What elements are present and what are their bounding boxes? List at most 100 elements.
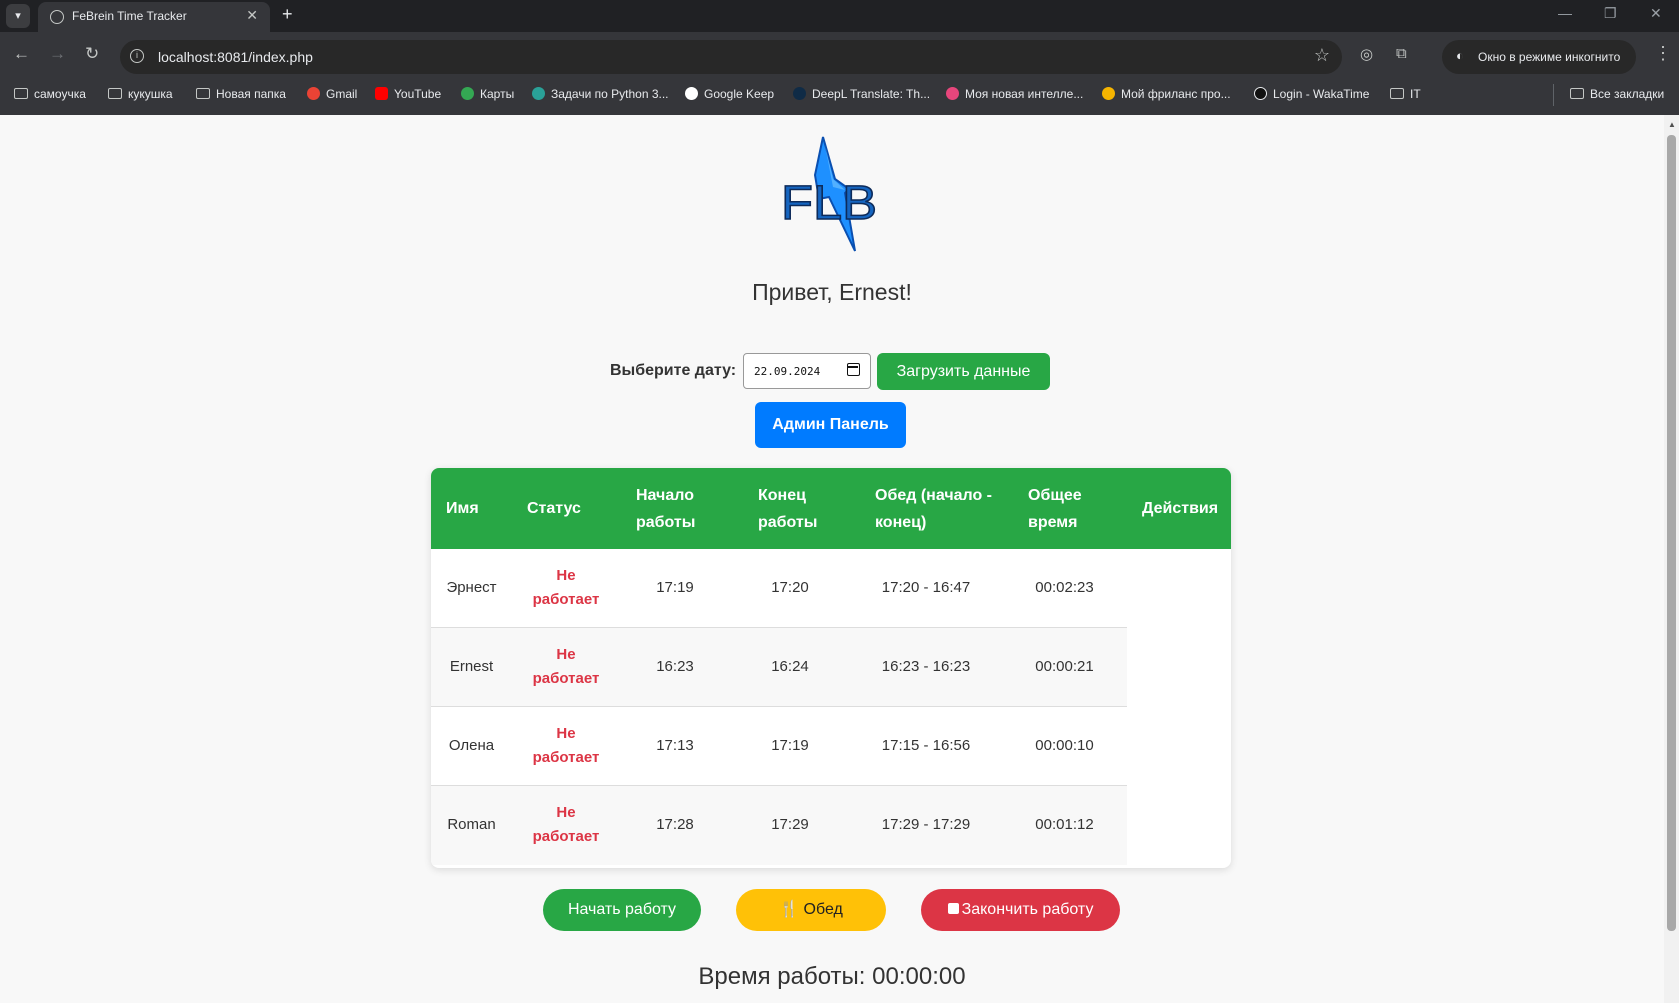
tab-active[interactable]: FeBrein Time Tracker ✕ — [38, 2, 270, 32]
bookmark-item[interactable]: Моя новая интелле... — [946, 87, 1083, 101]
youtube-icon — [375, 87, 388, 100]
site-info-icon[interactable]: i — [130, 49, 144, 63]
cell-end: 17:19 — [771, 737, 809, 754]
close-tab-icon[interactable]: ✕ — [246, 7, 258, 24]
cell-name: Roman — [447, 816, 496, 833]
stop-icon — [947, 903, 959, 914]
table-row: Roman Не работает 17:28 17:29 17:29 - 17:… — [431, 786, 1127, 865]
date-input[interactable]: 22.09.2024 — [743, 353, 871, 389]
header-name: Имя — [446, 500, 479, 517]
incognito-label: Окно в режиме инкогнито — [1478, 50, 1621, 64]
time-table: Имя Статус Начало работы Конец работы Обед… — [431, 468, 1231, 868]
browser-chrome: ▾ FeBrein Time Tracker ✕ + — ❐ ✕ ← → ↻ i… — [0, 0, 1679, 115]
url-text[interactable]: localhost:8081/index.php — [158, 49, 313, 65]
febrein-logo: FLB — [780, 136, 878, 252]
table-row: Ernest Не работает 16:23 16:24 16:23 - 16… — [431, 628, 1127, 707]
cell-end: 17:20 — [771, 579, 809, 596]
scroll-up-icon[interactable]: ▲ — [1668, 120, 1676, 129]
bookmark-item[interactable]: DeepL Translate: Th... — [793, 87, 930, 101]
bookmark-item[interactable]: Gmail — [307, 87, 357, 101]
globe-icon — [50, 10, 64, 24]
logo-text: FLB — [781, 177, 877, 230]
bookmark-folder[interactable]: IT — [1390, 87, 1421, 101]
admin-panel-button[interactable]: Админ Панель — [755, 402, 906, 448]
app-icon — [946, 87, 959, 100]
incognito-indicator[interactable]: ◐ Окно в режиме инкогнито — [1442, 40, 1636, 74]
menu-icon[interactable]: ⋮ — [1654, 43, 1672, 64]
header-start: Начало работы — [636, 487, 696, 531]
cell-total: 00:00:21 — [1035, 658, 1094, 675]
cell-lunch: 17:29 - 17:29 — [881, 816, 971, 833]
cell-start: 17:13 — [656, 737, 694, 754]
lunch-button[interactable]: 🍴 Обед — [736, 889, 886, 931]
bookmarks-divider — [1553, 84, 1554, 106]
cell-name: Эрнест — [446, 579, 497, 596]
toolbar: ← → ↻ i localhost:8081/index.php ☆ ◎ ⧉ ◐… — [0, 36, 1679, 78]
freelance-icon — [1102, 87, 1115, 100]
bookmark-item[interactable]: Google Keep — [685, 87, 774, 101]
bookmark-folder[interactable]: кукушка — [108, 87, 173, 101]
utensils-icon: 🍴 — [779, 901, 800, 918]
bookmark-item[interactable]: Login - WakaTime — [1254, 87, 1369, 101]
cell-lunch: 16:23 - 16:23 — [881, 658, 971, 675]
cell-name: Олена — [448, 737, 495, 754]
bookmark-star-icon[interactable]: ☆ — [1314, 45, 1330, 66]
tab-strip: ▾ FeBrein Time Tracker ✕ + — ❐ ✕ — [0, 0, 1679, 32]
bookmarks-bar: самоучка кукушка Новая папка Gmail YouTu… — [0, 80, 1679, 110]
cell-lunch: 17:20 - 16:47 — [881, 579, 971, 596]
cell-start: 17:28 — [656, 816, 694, 833]
close-window-icon[interactable]: ✕ — [1650, 5, 1662, 22]
restore-icon[interactable]: ❐ — [1604, 5, 1617, 22]
table-header: Имя Статус Начало работы Конец работы Обед… — [431, 468, 1231, 549]
tab-title: FeBrein Time Tracker — [72, 9, 187, 23]
incognito-icon: ◐ — [1456, 48, 1464, 63]
work-time-display: Время работы: 00:00:00 — [698, 963, 966, 990]
scrollbar-thumb[interactable] — [1667, 135, 1676, 931]
bookmark-item[interactable]: Задачи по Python 3... — [532, 87, 669, 101]
cell-status: Не работает — [532, 646, 600, 687]
folder-icon — [196, 88, 210, 99]
start-work-button[interactable]: Начать работу — [543, 889, 701, 931]
bookmark-item[interactable]: Карты — [461, 87, 514, 101]
header-lunch: Обед (начало - конец) — [875, 487, 993, 531]
cell-start: 16:23 — [656, 658, 694, 675]
python-tasks-icon — [532, 87, 545, 100]
folder-icon — [14, 88, 28, 99]
cell-status: Не работает — [532, 804, 600, 845]
bookmark-folder[interactable]: Новая папка — [196, 87, 286, 101]
new-tab-icon[interactable]: + — [282, 4, 293, 25]
scrollbar[interactable]: ▲ — [1664, 115, 1679, 1003]
cell-status: Не работает — [532, 567, 600, 608]
back-icon[interactable]: ← — [13, 44, 30, 64]
bookmark-item[interactable]: YouTube — [375, 87, 441, 101]
extension-icon[interactable]: ◎ — [1360, 45, 1373, 63]
end-work-button[interactable]: Закончить работу — [921, 889, 1120, 931]
reload-icon[interactable]: ↻ — [85, 44, 99, 64]
cell-total: 00:02:23 — [1035, 579, 1094, 596]
cell-name: Ernest — [449, 658, 494, 675]
cell-end: 17:29 — [771, 816, 809, 833]
greeting: Привет, Ernest! — [752, 279, 912, 305]
cell-lunch: 17:15 - 16:56 — [881, 737, 971, 754]
header-end: Конец работы — [758, 487, 818, 531]
load-data-button[interactable]: Загрузить данные — [877, 353, 1050, 390]
minimize-icon[interactable]: — — [1558, 5, 1572, 21]
table-row: Эрнест Не работает 17:19 17:20 17:20 - 16… — [431, 549, 1127, 628]
extensions-puzzle-icon[interactable]: ⧉ — [1396, 45, 1407, 62]
forward-icon[interactable]: → — [49, 44, 66, 64]
address-bar[interactable]: i localhost:8081/index.php ☆ — [120, 40, 1342, 74]
header-total: Общее время — [1028, 487, 1082, 531]
cell-end: 16:24 — [771, 658, 809, 675]
bookmark-folder[interactable]: самоучка — [14, 87, 86, 101]
header-actions: Действия — [1142, 500, 1219, 517]
folder-icon — [1570, 88, 1584, 99]
date-label: Выберите дату: — [610, 362, 737, 379]
cell-status: Не работает — [532, 725, 600, 766]
cell-start: 17:19 — [656, 579, 694, 596]
date-value: 22.09.2024 — [754, 365, 821, 378]
calendar-icon[interactable] — [847, 363, 860, 376]
tab-search-icon[interactable]: ▾ — [6, 4, 30, 28]
bookmark-item[interactable]: Мой фриланс про... — [1102, 87, 1231, 101]
all-bookmarks[interactable]: Все закладки — [1570, 87, 1664, 101]
header-status: Статус — [527, 500, 581, 517]
